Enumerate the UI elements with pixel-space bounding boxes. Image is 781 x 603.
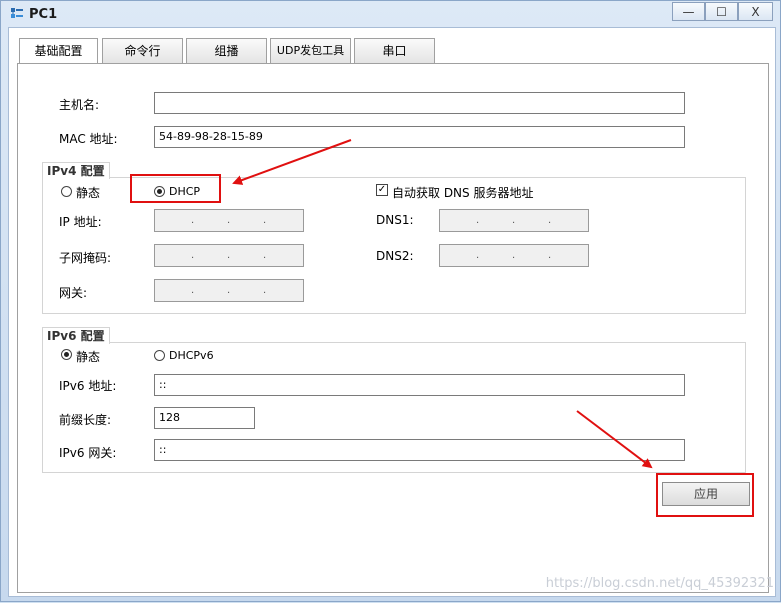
annotation-arrows (232, 139, 653, 469)
apply-arrow (576, 410, 653, 469)
app-window: PC1 — ☐ X 基础配置 命令行 组播 UDP发包工具 串口 主机名: MA… (0, 0, 781, 602)
watermark: https://blog.csdn.net/qq_45392321 (545, 576, 774, 591)
dhcp-arrow (232, 139, 352, 185)
